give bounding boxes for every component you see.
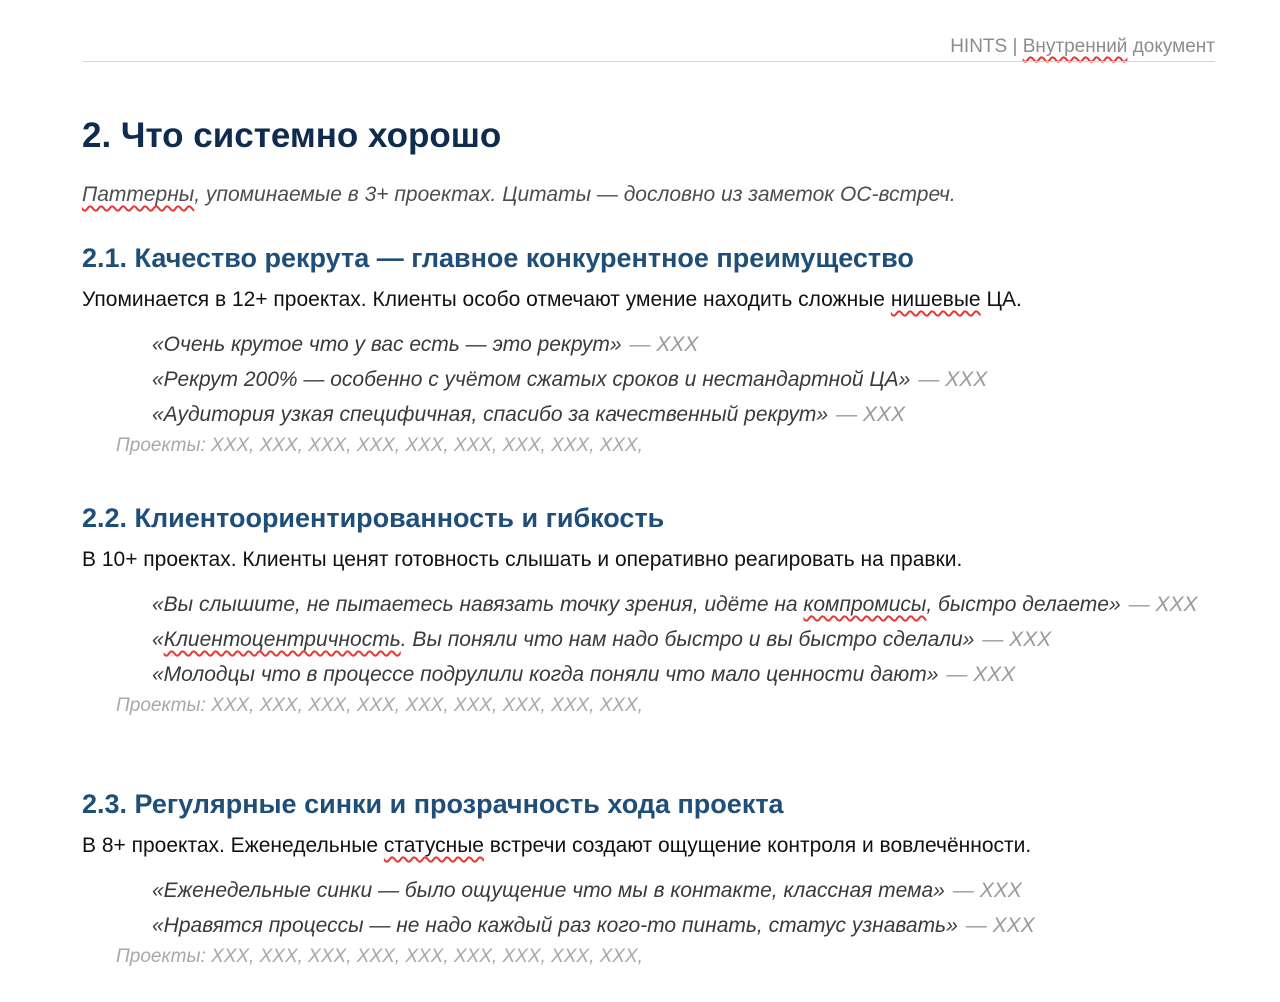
- quote-author: — XXX: [836, 403, 905, 426]
- quote-text: «Рекрут 200% — особенно с учётом сжатых …: [152, 368, 911, 391]
- quote-author: — XXX: [1128, 593, 1198, 616]
- section-heading: 2.3. Регулярные синки и прозрачность ход…: [82, 789, 784, 819]
- quote-list: «Еженедельные синки — было ощущение что …: [152, 876, 1232, 940]
- quote-text: «: [152, 628, 164, 651]
- section-2-1: 2.1. Качество рекрута — главное конкурен…: [82, 243, 1232, 457]
- quote-text: «Еженедельные синки — было ощущение что …: [152, 879, 945, 902]
- header-divider: [83, 61, 1215, 62]
- section-2-2: 2.2. Клиентоориентированность и гибкость…: [82, 503, 1232, 717]
- quote-author: — XXX: [629, 333, 699, 356]
- subtitle-word-spellcheck: Паттерны: [82, 183, 195, 206]
- header-doc-type-rest: документ: [1127, 36, 1215, 57]
- section-2-3: 2.3. Регулярные синки и прозрачность ход…: [82, 789, 1232, 968]
- section-lead: В 10+ проектах. Клиенты ценят готовность…: [82, 548, 963, 571]
- lead-text: В 8+ проектах. Еженедельные: [82, 834, 384, 857]
- quote-text: «Молодцы что в процессе подрулили когда …: [152, 663, 939, 686]
- projects-list: Проекты: XXX, XXX, XXX, XXX, XXX, XXX, X…: [116, 695, 643, 716]
- document-header: HINTS | Внутренний документ: [950, 36, 1215, 58]
- quote-text: «Аудитория узкая специфичная, спасибо за…: [152, 403, 829, 426]
- header-brand: HINTS: [950, 36, 1008, 57]
- quote-spellcheck-word: Клиентоцентричность: [163, 628, 401, 651]
- quote-text-end: . Вы поняли что нам надо быстро и вы быс…: [400, 628, 975, 651]
- page-title: 2. Что системно хорошо: [82, 116, 502, 155]
- quote: «Еженедельные синки — было ощущение что …: [152, 876, 1232, 905]
- lead-spellcheck-word: статусные: [383, 834, 484, 857]
- quote-list: «Вы слышите, не пытаетесь навязать точку…: [152, 590, 1232, 689]
- section-heading: 2.1. Качество рекрута — главное конкурен…: [82, 243, 914, 273]
- projects-list: Проекты: XXX, XXX, XXX, XXX, XXX, XXX, X…: [116, 946, 643, 967]
- quote: «Рекрут 200% — особенно с учётом сжатых …: [152, 365, 1232, 394]
- lead-text-end: ЦА.: [980, 288, 1022, 311]
- quote-author: — XXX: [952, 879, 1022, 902]
- section-lead: Упоминается в 12+ проектах. Клиенты особ…: [82, 288, 1232, 312]
- lead-text-end: встречи создают ощущение контроля и вовл…: [483, 834, 1032, 857]
- quote: «Нравятся процессы — не надо каждый раз …: [152, 911, 1232, 940]
- quote: «Клиентоцентричность. Вы поняли что нам …: [152, 625, 1232, 654]
- quote-text-end: , быстро делаете»: [926, 593, 1121, 616]
- quote-author: — XXX: [965, 914, 1035, 937]
- quote-author: — XXX: [946, 663, 1016, 686]
- page-subtitle: Паттерны, упоминаемые в 3+ проектах. Цит…: [82, 183, 956, 207]
- quote-author: — XXX: [918, 368, 988, 391]
- section-heading: 2.2. Клиентоориентированность и гибкость: [82, 503, 665, 533]
- section-lead: В 8+ проектах. Еженедельные статусные вс…: [82, 834, 1232, 858]
- quote-text: «Очень крутое что у вас есть — это рекру…: [152, 333, 622, 356]
- subtitle-rest: , упоминаемые в 3+ проектах. Цитаты — до…: [194, 183, 956, 206]
- quote-list: «Очень крутое что у вас есть — это рекру…: [152, 330, 1232, 429]
- quote: «Аудитория узкая специфичная, спасибо за…: [152, 400, 1232, 429]
- quote: «Молодцы что в процессе подрулили когда …: [152, 660, 1232, 689]
- header-doc-type-word-spellcheck: Внутренний: [1022, 36, 1128, 57]
- quote-text: «Нравятся процессы — не надо каждый раз …: [152, 914, 958, 937]
- header-separator: |: [1007, 36, 1023, 57]
- quote-author: — XXX: [982, 628, 1052, 651]
- projects-list: Проекты: XXX, XXX, XXX, XXX, XXX, XXX, X…: [116, 435, 643, 456]
- quote: «Вы слышите, не пытаетесь навязать точку…: [152, 590, 1232, 619]
- quote-text: «Вы слышите, не пытаетесь навязать точку…: [152, 593, 804, 616]
- lead-text: Упоминается в 12+ проектах. Клиенты особ…: [82, 288, 891, 311]
- lead-spellcheck-word: нишевые: [890, 288, 981, 311]
- quote-spellcheck-word: компромисы: [803, 593, 927, 616]
- quote: «Очень крутое что у вас есть — это рекру…: [152, 330, 1232, 359]
